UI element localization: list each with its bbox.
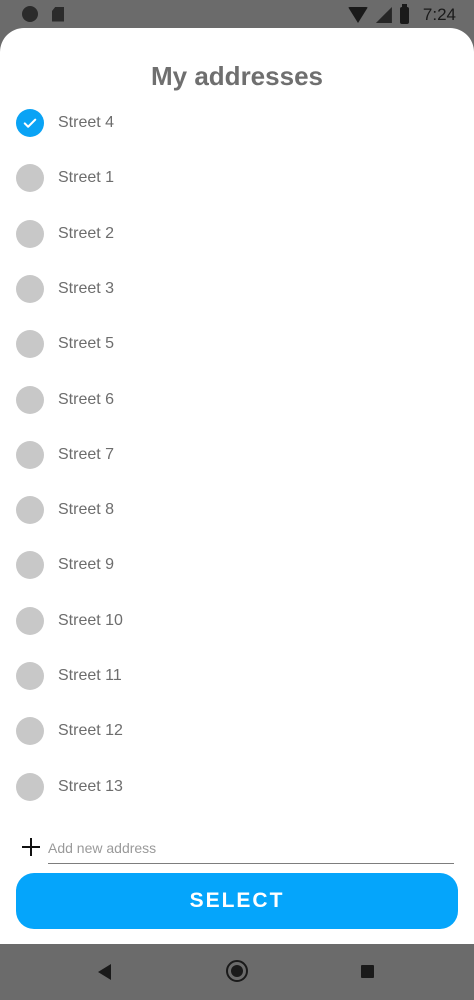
address-label: Street 10 xyxy=(58,612,123,629)
address-item[interactable]: Street 3 xyxy=(16,274,114,304)
address-item[interactable]: Street 7 xyxy=(16,440,114,470)
plus-icon[interactable] xyxy=(22,838,40,856)
radio-unchecked-icon[interactable] xyxy=(16,330,44,358)
address-item[interactable]: Street 9 xyxy=(16,550,114,580)
status-time: 7:24 xyxy=(422,5,456,24)
address-item[interactable]: Street 4 xyxy=(16,108,114,138)
address-label: Street 11 xyxy=(58,667,122,684)
radio-unchecked-icon[interactable] xyxy=(16,220,44,248)
status-bar: 7:24 xyxy=(0,0,474,28)
address-item[interactable]: Street 2 xyxy=(16,219,114,249)
radio-checked-icon[interactable] xyxy=(16,109,44,137)
back-icon[interactable] xyxy=(98,964,111,980)
sheet-title: My addresses xyxy=(151,61,323,91)
home-icon[interactable] xyxy=(226,960,248,982)
address-label: Street 8 xyxy=(58,501,115,518)
address-item[interactable]: Street 8 xyxy=(16,495,114,525)
address-label: Street 5 xyxy=(58,335,115,352)
wifi-icon xyxy=(347,7,368,23)
radio-unchecked-icon[interactable] xyxy=(16,773,44,801)
status-dot-icon xyxy=(22,6,38,22)
address-label: Street 9 xyxy=(58,556,115,573)
address-item[interactable]: Street 1 xyxy=(16,163,114,193)
address-item[interactable]: Street 11 xyxy=(16,661,122,691)
address-label: Street 6 xyxy=(58,391,115,408)
address-label: Street 13 xyxy=(58,778,123,795)
recents-icon[interactable] xyxy=(361,965,374,978)
address-label: Street 12 xyxy=(58,722,123,739)
radio-unchecked-icon[interactable] xyxy=(16,386,44,414)
address-label: Street 1 xyxy=(58,169,115,186)
radio-unchecked-icon[interactable] xyxy=(16,662,44,690)
battery-icon xyxy=(399,3,409,24)
address-item[interactable]: Street 13 xyxy=(16,772,123,802)
radio-unchecked-icon[interactable] xyxy=(16,496,44,524)
address-item[interactable]: Street 5 xyxy=(16,329,114,359)
check-icon xyxy=(23,118,37,128)
address-label: Street 2 xyxy=(58,225,115,242)
signal-icon xyxy=(375,7,392,23)
sd-card-icon xyxy=(52,6,64,22)
select-button[interactable]: SELECT xyxy=(16,873,458,929)
radio-unchecked-icon[interactable] xyxy=(16,551,44,579)
radio-unchecked-icon[interactable] xyxy=(16,164,44,192)
radio-unchecked-icon[interactable] xyxy=(16,275,44,303)
address-item[interactable]: Street 12 xyxy=(16,716,123,746)
add-address-row xyxy=(18,834,454,864)
address-label: Street 4 xyxy=(58,114,115,131)
address-item[interactable]: Street 6 xyxy=(16,385,114,415)
address-label: Street 3 xyxy=(58,280,115,297)
navigation-bar xyxy=(0,944,474,1000)
add-address-input[interactable] xyxy=(48,834,454,864)
radio-unchecked-icon[interactable] xyxy=(16,441,44,469)
address-label: Street 7 xyxy=(58,446,115,463)
address-item[interactable]: Street 10 xyxy=(16,606,123,636)
radio-unchecked-icon[interactable] xyxy=(16,717,44,745)
radio-unchecked-icon[interactable] xyxy=(16,607,44,635)
address-sheet: My addresses Street 4 Street 1 Street 2 Str… xyxy=(0,28,474,944)
